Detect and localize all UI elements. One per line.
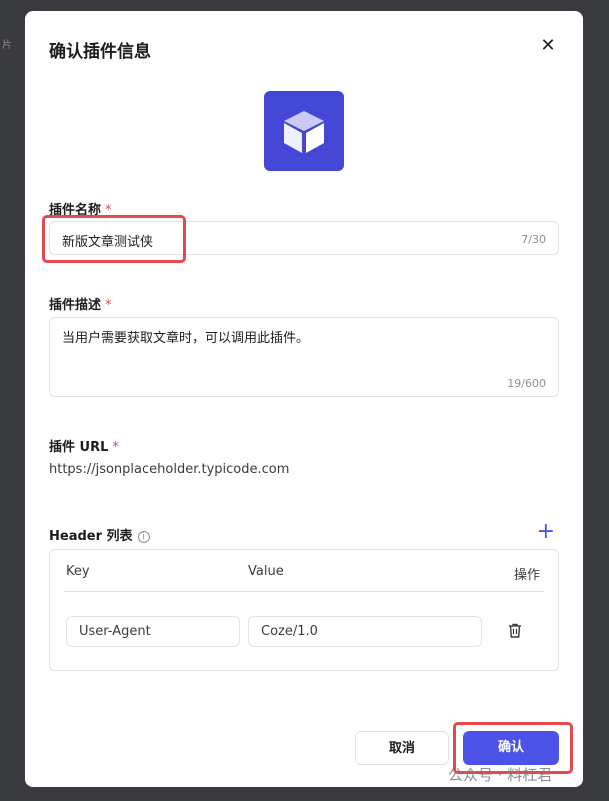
confirm-plugin-dialog: 确认插件信息 ✕ 插件名称 * 新版文章测试侠 7/30 插件描述 * 当用户需要获… [25, 11, 583, 787]
column-value: Value [248, 564, 284, 579]
cube-icon-svg [284, 111, 324, 153]
required-mark: * [112, 440, 119, 455]
table-divider [64, 591, 544, 592]
plugin-description-value: 当用户需要获取文章时，可以调用此插件。 [62, 331, 310, 346]
plugin-description-textarea[interactable]: 当用户需要获取文章时，可以调用此插件。 19/600 [49, 317, 559, 397]
header-table: Key Value 操作 User-Agent Coze/1.0 [49, 549, 559, 671]
header-list-label-text: Header 列表 [49, 529, 133, 544]
column-key: Key [66, 564, 90, 579]
plugin-url-value: https://jsonplaceholder.typicode.com [49, 462, 290, 477]
plugin-name-counter: 7/30 [521, 233, 546, 246]
cancel-button[interactable]: 取消 [355, 731, 449, 765]
cube-icon [264, 91, 344, 171]
plugin-description-label-text: 插件描述 [49, 298, 102, 313]
info-icon[interactable]: i [137, 531, 150, 543]
close-icon[interactable]: ✕ [539, 37, 557, 55]
required-mark: * [105, 298, 112, 313]
name-highlight-box [42, 215, 186, 263]
column-actions: 操作 [514, 568, 541, 583]
trash-icon[interactable] [508, 623, 522, 638]
plugin-description-label: 插件描述 * [49, 294, 112, 313]
header-value-input[interactable]: Coze/1.0 [248, 616, 482, 647]
header-list-label: Header 列表 i [49, 525, 150, 544]
plugin-description-counter: 19/600 [507, 377, 546, 390]
watermark: 公众号 · 料杠君 [448, 766, 553, 784]
dialog-title: 确认插件信息 [49, 42, 151, 62]
plugin-url-label: 插件 URL * [49, 436, 119, 455]
add-header-icon[interactable]: + [537, 521, 555, 543]
plugin-url-label-text: 插件 URL [49, 440, 109, 455]
background-text: 片 [2, 40, 12, 51]
header-key-input[interactable]: User-Agent [66, 616, 240, 647]
